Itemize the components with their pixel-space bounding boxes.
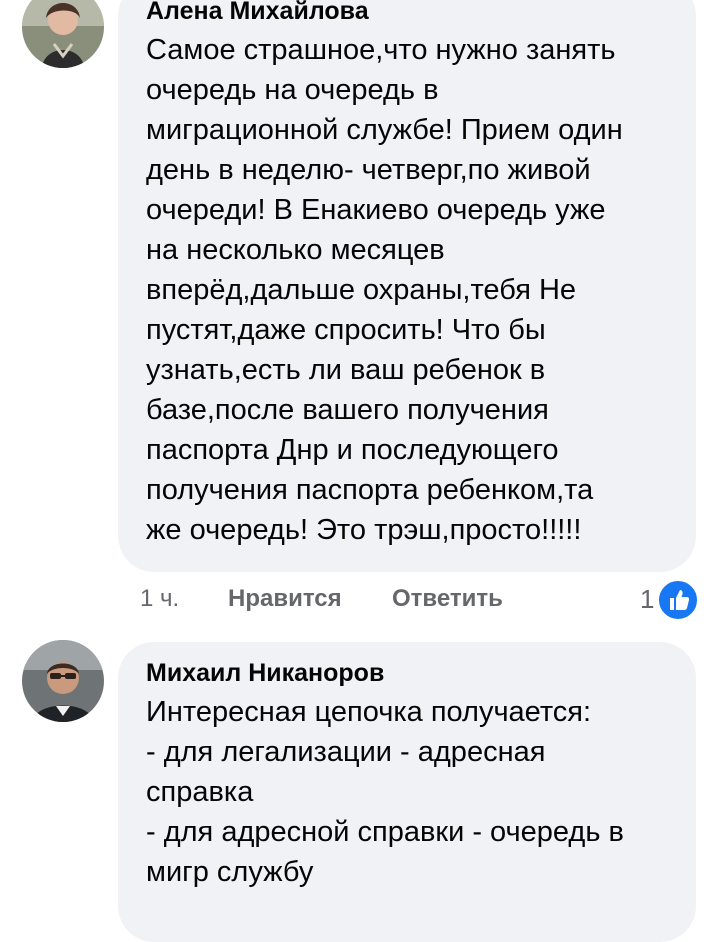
comment-text-line: паспорта Днр и последующего — [146, 434, 559, 466]
thumbs-up-icon[interactable] — [656, 578, 700, 622]
comment-timestamp[interactable]: 1 ч. — [140, 584, 179, 614]
comment-text: Самое страшное,что нужно занять очередь … — [146, 30, 696, 550]
comment-text-line: Самое страшное,что нужно занять — [146, 34, 616, 66]
comment-text-line: справка — [146, 776, 254, 808]
comment-text-line: пустят,даже спросить! Что бы — [146, 314, 546, 346]
comment-text-line: Интересная цепочка получается: — [146, 696, 592, 728]
comment-text-line: - для легализации - адресная — [146, 736, 546, 768]
like-button[interactable]: Нравится — [228, 584, 342, 614]
comment-bubble: Алена Михайлова Самое страшное,что нужно… — [118, 0, 696, 572]
comment-author[interactable]: Михаил Никаноров — [146, 658, 696, 688]
comment-bubble: Михаил Никаноров Интересная цепочка полу… — [118, 642, 696, 942]
comment-text-line: получения паспорта ребенком,та — [146, 474, 594, 506]
comment-text-line: базе,после вашего получения — [146, 394, 549, 426]
comment-text-line: узнать,есть ли ваш ребенок в — [146, 354, 546, 386]
comment-text-line: - для адресной справки - очередь в — [146, 816, 624, 848]
comment-text-line: вперёд,дальше охраны,тебя Не — [146, 274, 577, 306]
avatar[interactable] — [22, 0, 104, 68]
avatar[interactable] — [22, 640, 104, 722]
comment-author[interactable]: Алена Михайлова — [146, 0, 696, 26]
reply-button[interactable]: Ответить — [392, 584, 503, 614]
comment-text-line: миграционной службе! Прием один — [146, 114, 623, 146]
comment-text-line: же очередь! Это трэш,просто!!!!! — [146, 514, 582, 546]
comment-text-line: очередь на очередь в — [146, 74, 439, 106]
comment-text-line: день в неделю- четверг,по живой — [146, 154, 591, 186]
reaction-count[interactable]: 1 — [640, 584, 654, 615]
comment-actions: 1 ч. Нравится Ответить — [0, 584, 720, 620]
comment-text-line: очереди! В Енакиево очередь уже — [146, 194, 606, 226]
comment-text-line: мигр службу — [146, 856, 314, 888]
comment-text-line: на несколько месяцев — [146, 234, 445, 266]
comment-text: Интересная цепочка получается: - для лег… — [146, 692, 696, 892]
